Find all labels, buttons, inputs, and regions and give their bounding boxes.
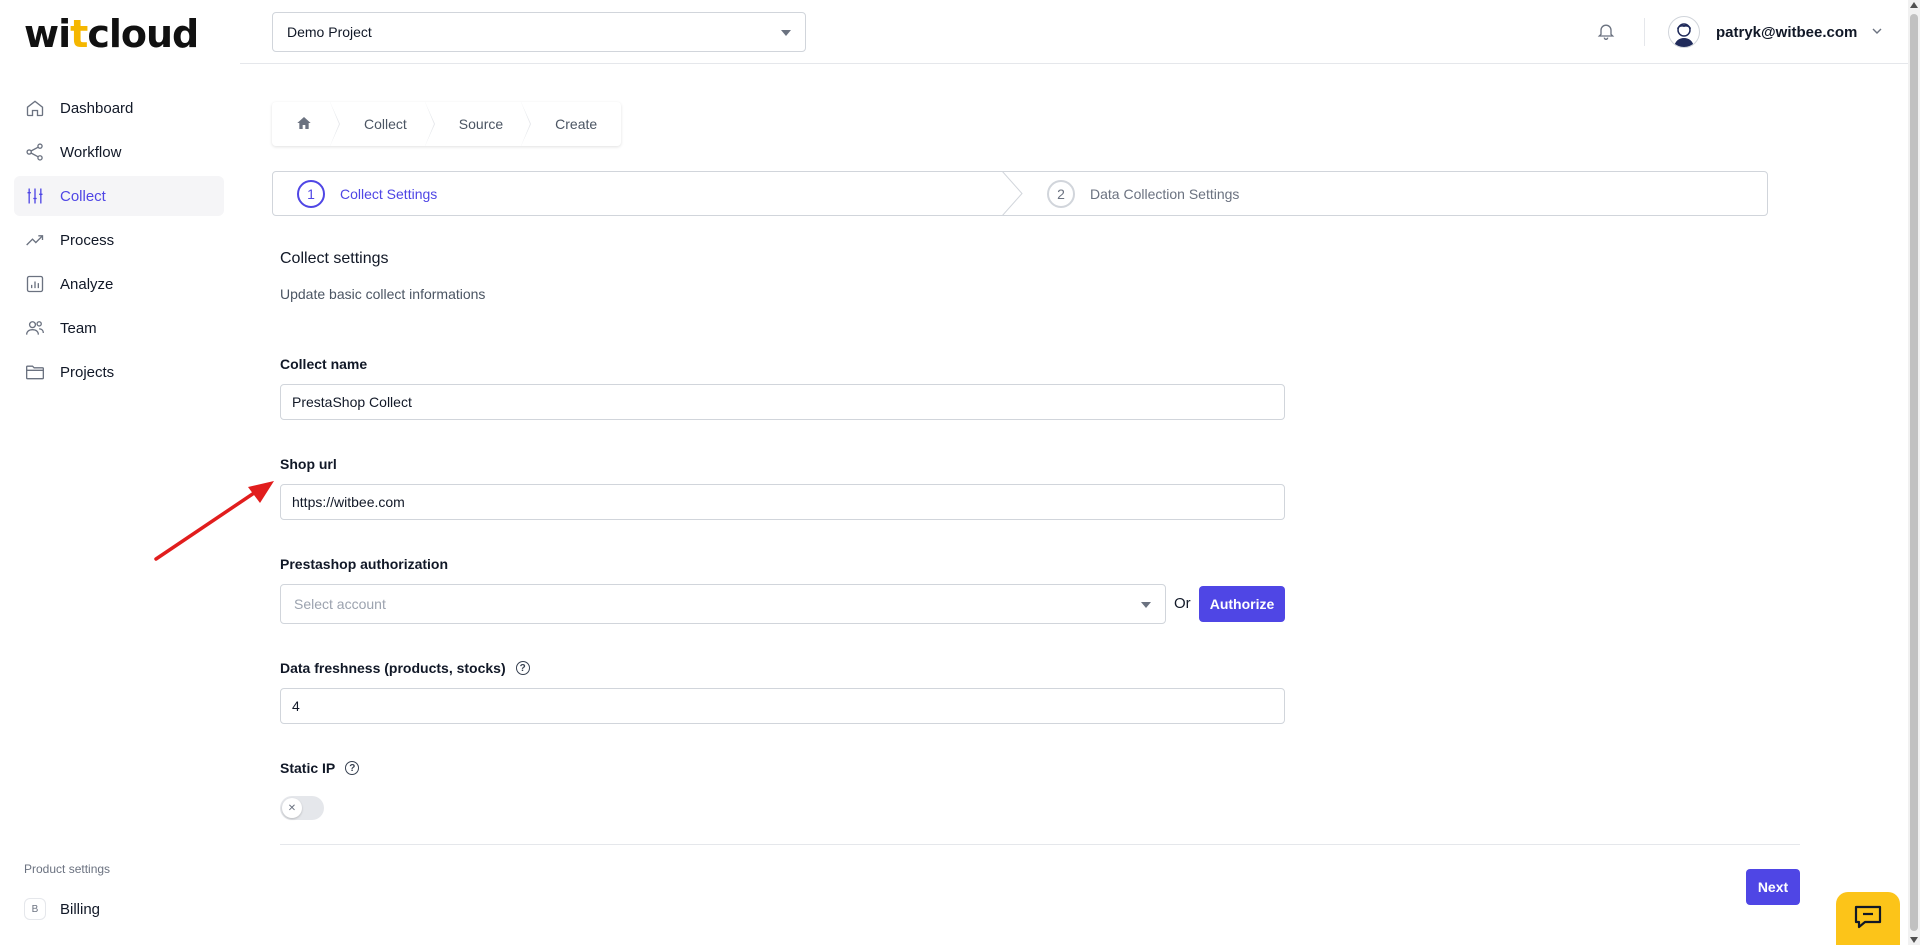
- next-button[interactable]: Next: [1746, 869, 1800, 905]
- share-icon: [24, 141, 46, 163]
- step-number: 2: [1047, 179, 1075, 208]
- sidebar-item-projects[interactable]: Projects: [14, 352, 224, 392]
- collect-name-input[interactable]: PrestaShop Collect: [280, 384, 1285, 420]
- folder-icon: [24, 361, 46, 383]
- static-ip-toggle[interactable]: ✕: [280, 796, 324, 820]
- scroll-thumb[interactable]: [1910, 14, 1918, 931]
- data-freshness-label-text: Data freshness (products, stocks): [280, 660, 506, 676]
- sidebar-item-label: Analyze: [60, 275, 114, 293]
- logo-text-part1: wi: [24, 12, 71, 56]
- home-icon: [24, 97, 46, 119]
- sidebar-item-label: Collect: [60, 187, 106, 205]
- sidebar-item-collect[interactable]: Collect: [14, 176, 224, 216]
- sidebar-item-label: Dashboard: [60, 99, 134, 117]
- data-freshness-input[interactable]: 4: [280, 688, 1285, 724]
- sidebar: witcloud Dashboard Workflow Collect Proc…: [0, 0, 240, 945]
- sidebar-item-workflow[interactable]: Workflow: [14, 132, 224, 172]
- section-title: Collect settings: [280, 250, 389, 267]
- authorize-button[interactable]: Authorize: [1199, 586, 1285, 622]
- static-ip-label: Static IP ?: [280, 760, 360, 776]
- chat-widget-button[interactable]: [1836, 892, 1900, 945]
- help-icon[interactable]: ?: [345, 761, 360, 775]
- chat-icon: [1853, 904, 1883, 933]
- data-freshness-value: 4: [292, 698, 300, 714]
- sidebar-item-label: Workflow: [60, 143, 122, 161]
- sliders-icon: [24, 185, 46, 207]
- sidebar-item-label: Projects: [60, 363, 115, 381]
- bar-chart-icon: [24, 273, 46, 295]
- toggle-off-icon: ✕: [282, 798, 302, 818]
- logo-text-part2: cloud: [87, 12, 199, 56]
- sidebar-item-label: Process: [60, 231, 115, 249]
- breadcrumb-home[interactable]: [272, 102, 340, 146]
- sidebar-item-label: Billing: [60, 900, 101, 918]
- bell-icon[interactable]: [1596, 20, 1616, 45]
- billing-badge-icon: B: [24, 898, 46, 920]
- help-icon[interactable]: ?: [515, 661, 530, 675]
- user-email: patryk@witbee.com: [1716, 23, 1858, 41]
- prestashop-authorization-label: Prestashop authorization: [280, 556, 449, 572]
- caret-down-icon: [1141, 602, 1151, 608]
- project-select-value: Demo Project: [287, 24, 372, 40]
- sidebar-item-label: Team: [60, 319, 97, 337]
- users-icon: [24, 317, 46, 339]
- sidebar-item-dashboard[interactable]: Dashboard: [14, 88, 224, 128]
- annotation-arrow-icon: [154, 481, 274, 561]
- collect-settings-form: Collect settings Update basic collect in…: [280, 250, 1800, 302]
- topbar: Demo Project patryk@witbee.com: [240, 0, 1908, 64]
- collect-name-label: Collect name: [280, 356, 368, 372]
- sidebar-item-billing[interactable]: B Billing: [24, 898, 100, 920]
- wizard-steps: 1 Collect Settings 2 Data Collection Set…: [272, 171, 1768, 216]
- topbar-divider: [1644, 18, 1645, 46]
- logo-text-accent: t: [70, 12, 88, 56]
- breadcrumb-source[interactable]: Source: [425, 102, 532, 146]
- home-icon: [296, 115, 312, 134]
- section-subtitle: Update basic collect informations: [280, 286, 486, 302]
- trending-up-icon: [24, 229, 46, 251]
- scroll-up-icon[interactable]: [1910, 2, 1918, 8]
- sidebar-item-team[interactable]: Team: [14, 308, 224, 348]
- user-menu[interactable]: patryk@witbee.com: [1668, 16, 1883, 48]
- step-number: 1: [297, 179, 325, 208]
- shop-url-input[interactable]: https://witbee.com: [280, 484, 1285, 520]
- step-data-collection-settings[interactable]: 2 Data Collection Settings: [1003, 172, 1767, 215]
- account-select-placeholder: Select account: [294, 596, 386, 612]
- page-scrollbar[interactable]: [1908, 0, 1920, 945]
- project-select[interactable]: Demo Project: [272, 12, 806, 52]
- step-collect-settings[interactable]: 1 Collect Settings: [273, 171, 1023, 216]
- chevron-down-icon: [1871, 24, 1883, 40]
- sidebar-item-process[interactable]: Process: [14, 220, 224, 260]
- sidebar-nav: Dashboard Workflow Collect Process Analy…: [14, 88, 224, 396]
- static-ip-label-text: Static IP: [280, 760, 336, 776]
- caret-down-icon: [781, 30, 791, 36]
- form-divider: [280, 844, 1800, 845]
- collect-name-value: PrestaShop Collect: [292, 394, 412, 410]
- shop-url-label: Shop url: [280, 456, 337, 472]
- step-label: Data Collection Settings: [1090, 185, 1240, 202]
- scroll-down-icon[interactable]: [1910, 937, 1918, 943]
- sidebar-item-analyze[interactable]: Analyze: [14, 264, 224, 304]
- account-select[interactable]: Select account: [280, 584, 1166, 624]
- breadcrumb-create: Create: [555, 116, 598, 132]
- data-freshness-label: Data freshness (products, stocks) ?: [280, 660, 530, 676]
- shop-url-value: https://witbee.com: [292, 494, 405, 510]
- breadcrumb-collect[interactable]: Collect: [330, 102, 435, 146]
- avatar: [1668, 16, 1700, 48]
- or-text: Or: [1174, 595, 1191, 612]
- product-settings-heading: Product settings: [24, 862, 111, 876]
- breadcrumb: Collect Source Create: [272, 102, 622, 146]
- witcloud-logo[interactable]: witcloud: [24, 12, 199, 56]
- step-label: Collect Settings: [340, 185, 438, 202]
